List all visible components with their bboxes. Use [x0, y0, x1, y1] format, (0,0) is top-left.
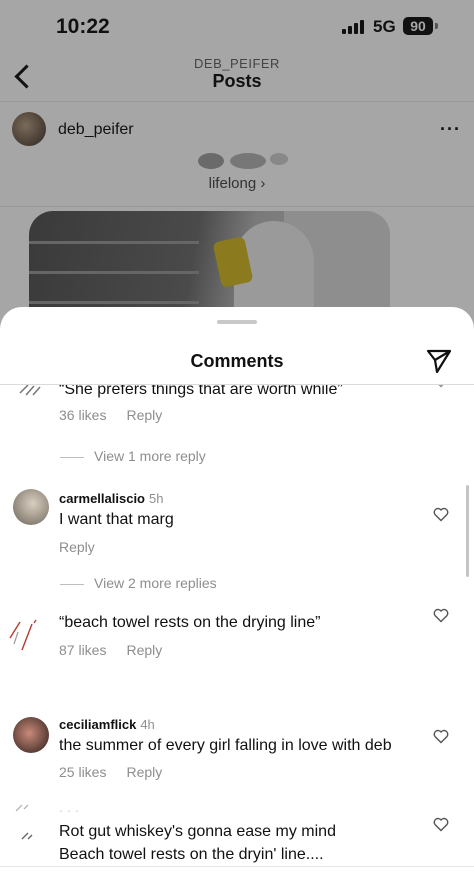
- network-label: 5G: [373, 17, 396, 36]
- nav-subtitle: DEB_PEIFER: [194, 56, 280, 71]
- more-options-icon[interactable]: ···: [440, 119, 461, 140]
- music-avatars: [196, 153, 296, 169]
- top-navigation: DEB_PEIFER Posts: [0, 52, 474, 102]
- sheet-header: Comments: [0, 347, 474, 385]
- comment-list: “She prefers things that are worth while…: [0, 385, 474, 865]
- like-count[interactable]: 36 likes: [59, 407, 106, 423]
- battery-icon: 90: [403, 17, 433, 35]
- scrollbar[interactable]: [466, 485, 469, 577]
- view-more-replies[interactable]: View 1 more reply: [60, 448, 206, 464]
- send-icon[interactable]: [425, 347, 453, 375]
- like-heart-icon[interactable]: [433, 817, 449, 832]
- status-bar: 10:22 5G 90: [0, 0, 474, 52]
- comment-avatar[interactable]: [10, 803, 50, 847]
- comment-text: the summer of every girl falling in love…: [59, 737, 392, 754]
- sheet-title: Comments: [190, 351, 284, 371]
- music-label[interactable]: lifelong ›: [0, 175, 474, 192]
- comment-meta: 87 likes Reply: [59, 642, 162, 658]
- author-avatar[interactable]: [12, 112, 46, 146]
- comment-meta: 36 likes Reply: [59, 407, 162, 423]
- like-heart-icon[interactable]: [433, 729, 449, 744]
- comment-header: carmellaliscio 5h: [59, 491, 163, 506]
- dash-line: [60, 583, 84, 585]
- reply-button[interactable]: Reply: [59, 539, 95, 555]
- commenter-avatar[interactable]: [13, 489, 49, 525]
- status-time: 10:22: [56, 15, 110, 38]
- comment-username[interactable]: ceciliamflick: [59, 717, 136, 732]
- comment-header: ceciliamflick 4h: [59, 717, 155, 732]
- nav-title: Posts: [212, 71, 262, 91]
- comment-header: · · ·: [59, 803, 80, 818]
- author-username[interactable]: deb_peifer: [58, 121, 134, 139]
- like-heart-icon[interactable]: [433, 507, 449, 522]
- reply-button[interactable]: Reply: [126, 407, 162, 423]
- battery-tip: [435, 23, 438, 29]
- comment-text: Rot gut whiskey's gonna ease my mind: [59, 823, 336, 840]
- signal-icon: [342, 20, 368, 34]
- post-author-row: deb_peifer ···: [0, 103, 474, 157]
- view-more-replies[interactable]: View 2 more replies: [60, 575, 217, 591]
- like-count[interactable]: 87 likes: [59, 642, 106, 658]
- dash-line: [60, 456, 84, 458]
- sheet-grabber[interactable]: [217, 320, 257, 324]
- comment-username[interactable]: carmellaliscio: [59, 491, 145, 506]
- comment-text: I want that marg: [59, 511, 174, 528]
- comment-time: 5h: [149, 491, 164, 506]
- comment-time: 4h: [140, 717, 155, 732]
- like-heart-icon[interactable]: [433, 608, 449, 623]
- comment-avatar[interactable]: [18, 385, 48, 397]
- commenter-avatar[interactable]: [13, 717, 49, 753]
- reply-button[interactable]: Reply: [126, 642, 162, 658]
- bottom-divider: [0, 866, 474, 867]
- reply-button[interactable]: Reply: [126, 764, 162, 780]
- comment-text-line-2: Beach towel rests on the dryin' line....: [59, 846, 324, 863]
- comment-text: “beach towel rests on the drying line”: [59, 614, 321, 631]
- comment-avatar[interactable]: [6, 618, 50, 658]
- comment-meta: 25 likes Reply: [59, 764, 162, 780]
- like-heart-icon[interactable]: [433, 385, 449, 388]
- like-count[interactable]: 25 likes: [59, 764, 106, 780]
- comment-meta: Reply: [59, 539, 95, 555]
- comment-text: “She prefers things that are worth while…: [59, 385, 343, 398]
- comments-sheet: Comments “She prefers things that are wo…: [0, 307, 474, 877]
- music-row: lifelong ›: [0, 153, 474, 207]
